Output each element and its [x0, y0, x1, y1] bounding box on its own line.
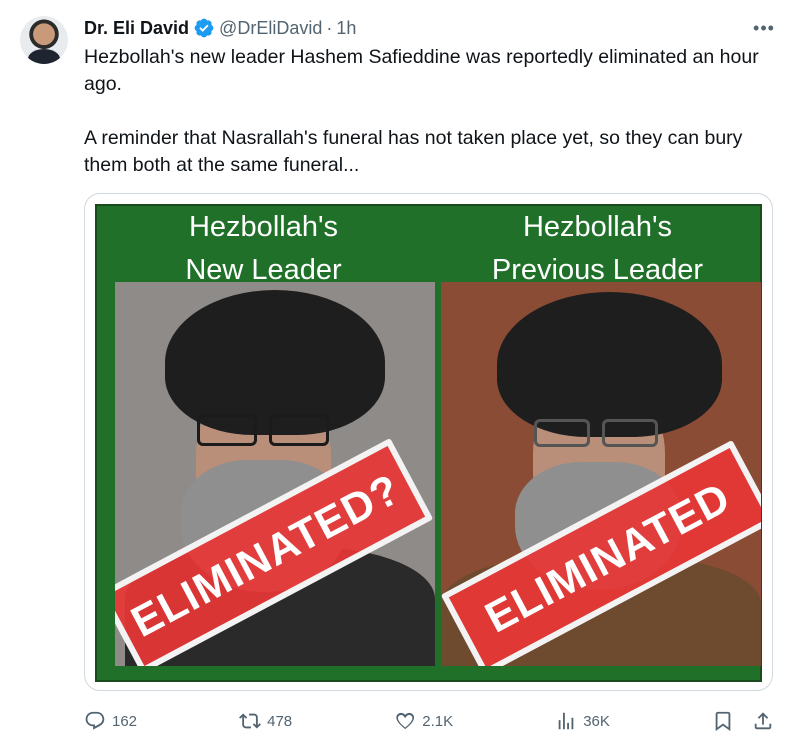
separator-dot: ·	[326, 17, 333, 38]
views-icon	[558, 712, 574, 730]
reply-icon	[85, 711, 105, 730]
bookmark-icon	[715, 711, 731, 732]
secondary-actions	[712, 706, 774, 736]
reply-button[interactable]: 162	[84, 706, 137, 736]
tweet-card[interactable]: Dr. Eli David @DrEliDavid · 1h ••• Hezbo…	[0, 0, 795, 750]
views-button[interactable]: 36K	[555, 706, 610, 736]
right-glasses-left-lens	[534, 419, 590, 447]
share-button[interactable]	[752, 706, 774, 736]
tweet-actions: 162 478 2.1K 36K	[84, 706, 774, 736]
like-count: 2.1K	[422, 712, 454, 730]
more-horizontal-icon[interactable]: •••	[753, 18, 775, 38]
share-icon	[754, 712, 772, 730]
author-name[interactable]: Dr. Eli David	[84, 18, 189, 39]
repost-icon	[239, 713, 262, 729]
right-glasses-right-lens	[602, 419, 658, 447]
tweet-timestamp[interactable]: 1h	[336, 18, 356, 39]
tweet-paragraph-2: A reminder that Nasrallah's funeral has …	[84, 127, 743, 176]
left-portrait: ELIMINATED?	[115, 282, 435, 666]
reply-count: 162	[112, 712, 138, 730]
left-panel: Hezbollah's New Leader ELIMINATED?	[97, 206, 435, 684]
repost-count: 478	[267, 712, 293, 730]
author-avatar[interactable]	[20, 16, 68, 64]
right-turban	[497, 292, 722, 437]
meme-image: Hezbollah's New Leader ELIMINATED? Hezbo…	[95, 204, 762, 682]
tweet-media[interactable]: Hezbollah's New Leader ELIMINATED? Hezbo…	[84, 193, 773, 691]
views-count: 36K	[583, 712, 610, 730]
heart-icon	[396, 712, 415, 730]
left-glasses-left-lens	[197, 414, 257, 446]
bookmark-button[interactable]	[712, 706, 734, 736]
repost-button[interactable]: 478	[239, 706, 292, 736]
like-button[interactable]: 2.1K	[394, 706, 453, 736]
tweet-paragraph-1: Hezbollah's new leader Hashem Safieddine…	[84, 46, 759, 95]
right-panel: Hezbollah's Previous Leader ELIMINATED	[431, 206, 764, 684]
tweet-text: Hezbollah's new leader Hashem Safieddine…	[84, 44, 764, 179]
left-caption: Hezbollah's New Leader	[185, 211, 342, 286]
left-glasses-right-lens	[269, 414, 329, 446]
verified-badge-icon	[193, 17, 215, 39]
author-handle[interactable]: @DrEliDavid	[219, 18, 322, 39]
right-caption: Hezbollah's Previous Leader	[491, 211, 704, 286]
tweet-header: Dr. Eli David @DrEliDavid · 1h	[84, 16, 356, 40]
right-portrait: ELIMINATED	[441, 282, 761, 666]
